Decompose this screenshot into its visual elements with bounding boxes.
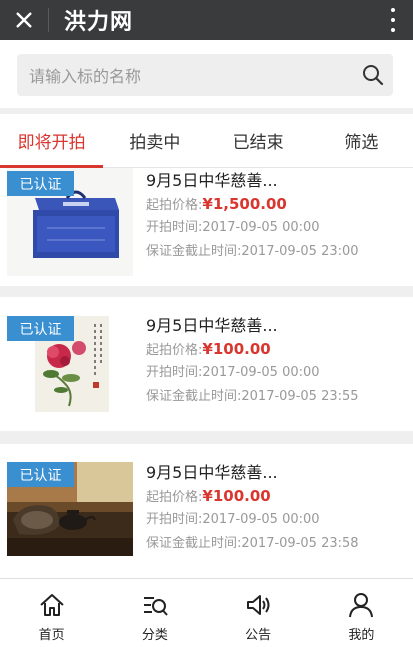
starting-price-row: 起拍价格:¥1,500.00 <box>146 192 359 216</box>
search-button[interactable] <box>353 54 393 96</box>
nav-category-label: 分类 <box>141 628 168 643</box>
start-time-row: 开拍时间:2017-09-05 00:00 <box>146 216 359 240</box>
search-input[interactable]: 请输入标的名称 <box>17 54 393 96</box>
deposit-deadline-value: 2017-09-05 23:55 <box>241 389 359 404</box>
close-button[interactable] <box>0 0 48 40</box>
starting-price-value: ¥1,500.00 <box>202 195 287 213</box>
list-item[interactable]: 已认证 9月5日中华慈善... 起拍价格:¥1,500.00 开拍时间:2017… <box>0 168 413 286</box>
nav-mine-label: 我的 <box>348 628 375 643</box>
starting-price-value: ¥100.00 <box>202 487 271 505</box>
speaker-icon <box>247 595 270 615</box>
verified-badge: 已认证 <box>7 462 74 487</box>
verified-badge: 已认证 <box>7 316 74 341</box>
deposit-deadline-label: 保证金截止时间: <box>146 244 242 259</box>
more-dot-icon <box>391 28 395 32</box>
start-time-label: 开拍时间: <box>146 365 203 380</box>
user-icon <box>349 593 374 618</box>
search-area: 请输入标的名称 <box>0 40 413 108</box>
starting-price-label: 起拍价格: <box>146 490 203 505</box>
home-icon <box>39 594 64 616</box>
deposit-deadline-value: 2017-09-05 23:58 <box>241 536 359 551</box>
category-search-icon <box>143 597 168 616</box>
starting-price-label: 起拍价格: <box>146 343 203 358</box>
nav-category[interactable]: 分类 <box>103 579 206 647</box>
nav-mine[interactable]: 我的 <box>310 579 413 647</box>
start-time-label: 开拍时间: <box>146 220 203 235</box>
more-dot-icon <box>391 18 395 22</box>
tab-ended[interactable]: 已结束 <box>207 114 310 167</box>
start-time-value: 2017-09-05 00:00 <box>202 365 320 380</box>
bottom-nav: 首页 分类 公告 我的 <box>0 578 413 647</box>
nav-home[interactable]: 首页 <box>0 579 103 647</box>
title-bar: 洪力网 <box>0 0 413 40</box>
tab-filter[interactable]: 筛选 <box>310 114 413 167</box>
more-menu-button[interactable] <box>387 6 399 34</box>
nav-announcement-label: 公告 <box>245 628 272 643</box>
deposit-deadline-row: 保证金截止时间:2017-09-05 23:58 <box>146 532 359 556</box>
search-placeholder: 请输入标的名称 <box>29 67 142 86</box>
starting-price-row: 起拍价格:¥100.00 <box>146 337 359 361</box>
start-time-row: 开拍时间:2017-09-05 00:00 <box>146 508 359 532</box>
item-name: 9月5日中华慈善... <box>146 171 278 190</box>
list-item[interactable]: 已认证 9月5日中华慈善... 起拍价格:¥100.00 开拍时间:2017-0… <box>0 297 413 431</box>
tab-bar: 即将开拍 拍卖中 已结束 筛选 <box>0 114 413 168</box>
deposit-deadline-value: 2017-09-05 23:00 <box>241 244 359 259</box>
tab-in-progress[interactable]: 拍卖中 <box>103 114 206 167</box>
close-icon <box>16 12 32 28</box>
nav-home-label: 首页 <box>38 628 65 643</box>
start-time-row: 开拍时间:2017-09-05 00:00 <box>146 361 359 385</box>
starting-price-value: ¥100.00 <box>202 340 271 358</box>
deposit-deadline-row: 保证金截止时间:2017-09-05 23:00 <box>146 240 359 264</box>
item-info: 9月5日中华慈善... 起拍价格:¥100.00 开拍时间:2017-09-05… <box>146 315 359 409</box>
tab-upcoming[interactable]: 即将开拍 <box>0 114 104 168</box>
more-dot-icon <box>391 8 395 12</box>
starting-price-label: 起拍价格: <box>146 198 203 213</box>
item-info: 9月5日中华慈善... 起拍价格:¥1,500.00 开拍时间:2017-09-… <box>146 170 359 264</box>
search-icon <box>363 65 384 86</box>
app-title: 洪力网 <box>64 10 134 35</box>
start-time-label: 开拍时间: <box>146 512 203 527</box>
item-info: 9月5日中华慈善... 起拍价格:¥100.00 开拍时间:2017-09-05… <box>146 462 359 556</box>
start-time-value: 2017-09-05 00:00 <box>202 220 320 235</box>
deposit-deadline-row: 保证金截止时间:2017-09-05 23:55 <box>146 385 359 409</box>
deposit-deadline-label: 保证金截止时间: <box>146 389 242 404</box>
deposit-deadline-label: 保证金截止时间: <box>146 536 242 551</box>
start-time-value: 2017-09-05 00:00 <box>202 512 320 527</box>
auction-list: 已认证 9月5日中华慈善... 起拍价格:¥1,500.00 开拍时间:2017… <box>0 168 413 578</box>
item-name: 9月5日中华慈善... <box>146 316 278 335</box>
title-divider <box>48 8 49 32</box>
starting-price-row: 起拍价格:¥100.00 <box>146 484 359 508</box>
list-item[interactable]: 已认证 9月5日中华慈善... 起拍价格:¥100.00 开拍时间:2017-0… <box>0 444 413 578</box>
item-name: 9月5日中华慈善... <box>146 463 278 482</box>
nav-announcement[interactable]: 公告 <box>207 579 310 647</box>
verified-badge: 已认证 <box>7 171 74 196</box>
